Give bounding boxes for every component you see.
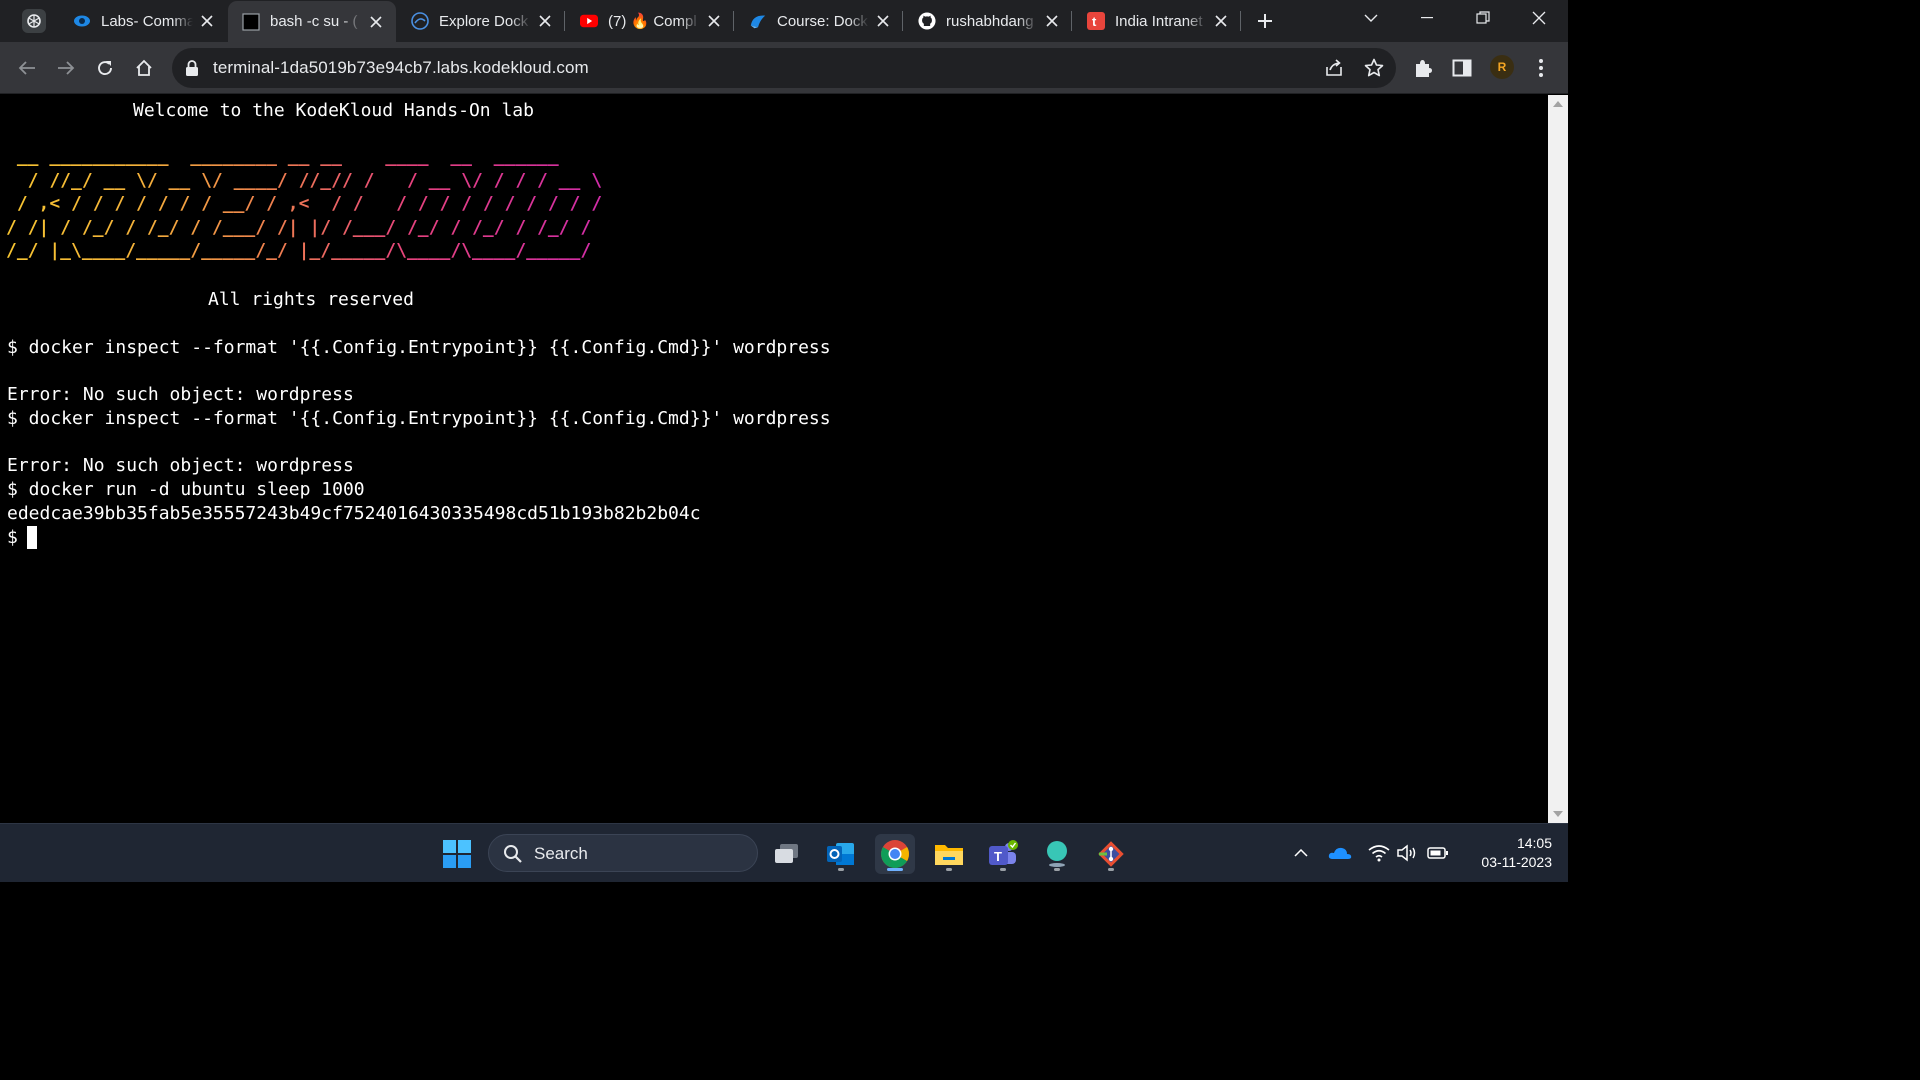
running-indicator bbox=[838, 868, 844, 871]
restore-button[interactable] bbox=[1455, 0, 1511, 36]
taskbar-clock[interactable]: 14:05 03-11-2023 bbox=[1462, 834, 1552, 872]
volume-icon[interactable] bbox=[1395, 841, 1419, 865]
chatgpt-icon[interactable] bbox=[22, 9, 46, 33]
terminal-icon bbox=[242, 12, 260, 31]
terminal-prompt-line[interactable]: $ bbox=[7, 526, 37, 550]
welcome-text: Welcome to the KodeKloud Hands-On lab bbox=[133, 100, 534, 121]
minimize-button[interactable] bbox=[1399, 0, 1455, 36]
terminal-window[interactable]: Welcome to the KodeKloud Hands-On lab __… bbox=[0, 95, 1548, 823]
tab-separator bbox=[733, 11, 734, 31]
url-text[interactable]: terminal-1da5019b73e94cb7.labs.kodekloud… bbox=[213, 58, 589, 78]
tab-separator bbox=[1071, 11, 1072, 31]
tab-github[interactable]: rushabhdang bbox=[904, 0, 1072, 42]
scroll-up-arrow-icon[interactable] bbox=[1553, 101, 1563, 107]
search-icon bbox=[503, 844, 523, 869]
terminal-line: $ docker inspect --format '{{.Config.Ent… bbox=[7, 408, 831, 429]
search-label: Search bbox=[534, 844, 588, 863]
running-indicator bbox=[1054, 868, 1060, 871]
tab-title: Explore Dock bbox=[439, 12, 529, 30]
terminal-line: $ docker inspect --format '{{.Config.Ent… bbox=[7, 337, 831, 358]
tab-youtube[interactable]: (7) 🔥 Compl bbox=[566, 0, 734, 42]
tab-title: bash -c su - ( bbox=[270, 13, 358, 30]
active-indicator bbox=[887, 868, 903, 871]
wifi-icon[interactable] bbox=[1367, 841, 1391, 865]
bubble-app-icon[interactable] bbox=[1037, 834, 1077, 874]
tab-course-docker[interactable]: Course: Dock bbox=[735, 0, 903, 42]
extensions-puzzle-icon[interactable] bbox=[1410, 55, 1436, 81]
browser-toolbar: terminal-1da5019b73e94cb7.labs.kodekloud… bbox=[0, 42, 1568, 94]
teams-icon[interactable]: T bbox=[983, 834, 1023, 874]
outlook-icon[interactable] bbox=[821, 834, 861, 874]
bookmark-star-icon[interactable] bbox=[1363, 57, 1385, 79]
terminal-cursor bbox=[26, 526, 37, 549]
tab-separator bbox=[902, 11, 903, 31]
tab-title: India Intranet bbox=[1115, 12, 1203, 30]
tab-bash-terminal[interactable]: bash -c su - ( bbox=[228, 1, 396, 42]
new-tab-button[interactable] bbox=[1252, 9, 1278, 33]
close-tab-icon[interactable] bbox=[704, 11, 724, 31]
chrome-icon[interactable] bbox=[875, 834, 915, 874]
home-button[interactable] bbox=[130, 54, 158, 82]
terminal-line: Error: No such object: wordpress bbox=[7, 384, 354, 405]
close-tab-icon[interactable] bbox=[535, 11, 555, 31]
tab-explore-docker[interactable]: Explore Dock bbox=[397, 0, 565, 42]
svg-text:t: t bbox=[1092, 14, 1097, 29]
file-explorer-icon[interactable] bbox=[929, 834, 969, 874]
tab-title: Labs- Comma bbox=[101, 12, 193, 30]
battery-icon[interactable] bbox=[1426, 841, 1450, 865]
rights-text: All rights reserved bbox=[208, 289, 414, 310]
tab-separator bbox=[1240, 11, 1241, 31]
close-tab-icon[interactable] bbox=[366, 12, 386, 32]
tab-search-chevron-icon[interactable] bbox=[1343, 0, 1399, 36]
close-window-button[interactable] bbox=[1511, 0, 1567, 36]
more-menu-icon[interactable] bbox=[1528, 55, 1554, 81]
close-tab-icon[interactable] bbox=[197, 11, 217, 31]
svg-text:T: T bbox=[994, 849, 1002, 864]
running-indicator bbox=[1000, 868, 1006, 871]
github-icon bbox=[918, 12, 936, 30]
close-tab-icon[interactable] bbox=[873, 11, 893, 31]
kodekloud-course-icon bbox=[749, 12, 767, 30]
windows-taskbar: Search T 14:05 03-11-2023 bbox=[0, 823, 1568, 882]
reload-button[interactable] bbox=[91, 54, 119, 82]
running-indicator bbox=[946, 868, 952, 871]
tab-separator bbox=[564, 11, 565, 31]
browser-tabstrip: Labs- Comma bash -c su - ( Explore Dock … bbox=[0, 0, 1568, 42]
tab-india-intranet[interactable]: t India Intranet bbox=[1073, 0, 1241, 42]
tab-labs-commands[interactable]: Labs- Comma bbox=[59, 0, 227, 42]
tab-title: Course: Dock bbox=[777, 12, 868, 30]
terminal-line: Error: No such object: wordpress bbox=[7, 455, 354, 476]
clock-date: 03-11-2023 bbox=[1481, 854, 1552, 870]
scroll-down-arrow-icon[interactable] bbox=[1553, 811, 1563, 817]
kodekloud-eye-icon bbox=[73, 12, 91, 30]
forward-button[interactable] bbox=[52, 54, 80, 82]
address-bar[interactable]: terminal-1da5019b73e94cb7.labs.kodekloud… bbox=[172, 48, 1396, 88]
tab-title: rushabhdang bbox=[946, 12, 1034, 30]
close-tab-icon[interactable] bbox=[1211, 11, 1231, 31]
share-icon[interactable] bbox=[1323, 57, 1345, 79]
vertical-scrollbar[interactable] bbox=[1548, 95, 1568, 823]
clock-time: 14:05 bbox=[1516, 835, 1552, 851]
docker-hub-icon bbox=[411, 12, 429, 30]
taskbar-search[interactable]: Search bbox=[488, 834, 758, 872]
onedrive-cloud-icon[interactable] bbox=[1328, 841, 1352, 865]
task-view-icon[interactable] bbox=[767, 834, 807, 874]
terminal-line: ededcae39bb35fab5e35557243b49cf752401643… bbox=[7, 503, 701, 524]
intranet-t-icon: t bbox=[1087, 12, 1105, 30]
side-panel-icon[interactable] bbox=[1449, 55, 1475, 81]
close-tab-icon[interactable] bbox=[1042, 11, 1062, 31]
back-button[interactable] bbox=[13, 54, 41, 82]
terminal-line: $ docker run -d ubuntu sleep 1000 bbox=[7, 479, 365, 500]
tab-title: (7) 🔥 Compl bbox=[608, 13, 697, 30]
start-icon[interactable] bbox=[437, 834, 477, 874]
kodekloud-ascii-banner: __ ___________ ________ __ __ ____ __ __… bbox=[6, 146, 603, 262]
youtube-icon bbox=[580, 12, 598, 30]
show-hidden-icons-chevron-icon[interactable] bbox=[1289, 841, 1313, 865]
prompt-symbol: $ bbox=[7, 527, 18, 548]
profile-avatar[interactable]: R bbox=[1490, 55, 1514, 79]
running-indicator bbox=[1108, 868, 1114, 871]
lock-icon[interactable] bbox=[184, 59, 200, 82]
git-icon[interactable] bbox=[1091, 834, 1131, 874]
